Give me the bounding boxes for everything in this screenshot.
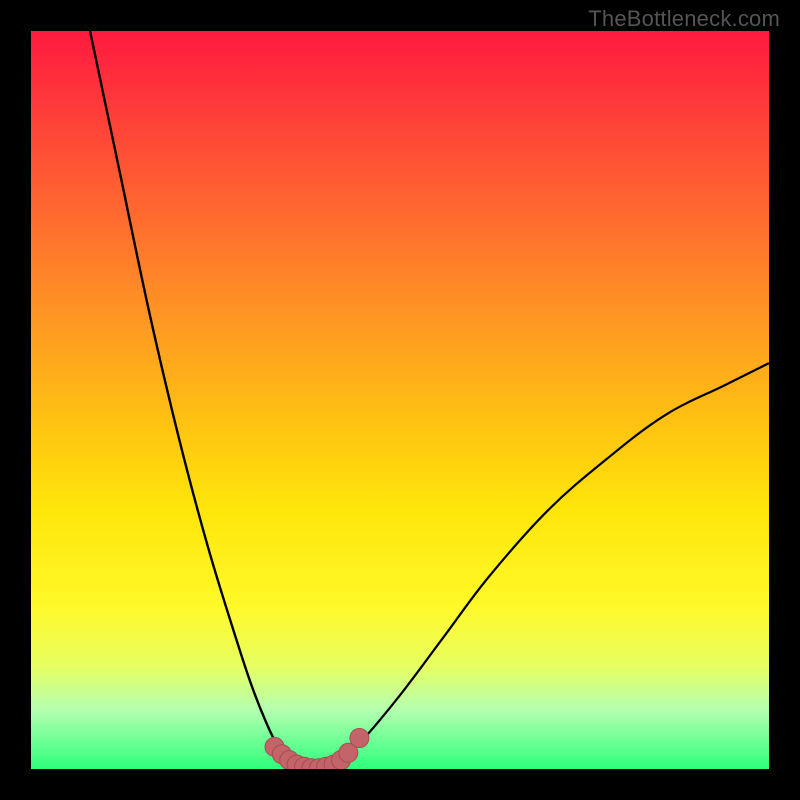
- marker-group: [265, 729, 369, 769]
- chart-plot-area: [31, 31, 769, 769]
- chart-svg: [31, 31, 769, 769]
- curve-left-branch: [90, 31, 289, 762]
- watermark-label: TheBottleneck.com: [588, 6, 780, 32]
- curve-right-branch: [341, 363, 769, 762]
- marker-point: [350, 729, 369, 748]
